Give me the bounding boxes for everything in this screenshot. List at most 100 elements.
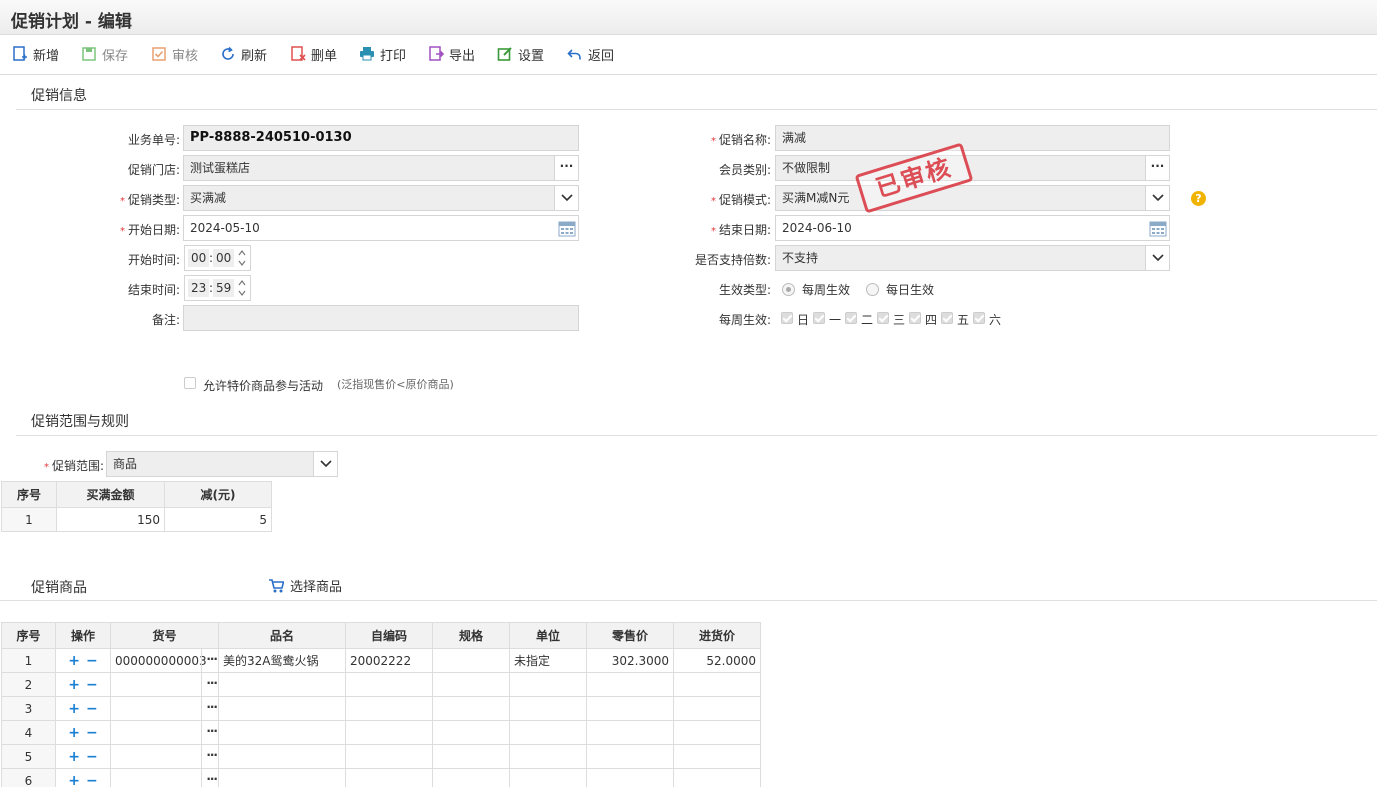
- start-date-field[interactable]: 2024-05-10: [183, 215, 579, 241]
- retail-price-cell[interactable]: [586, 720, 674, 745]
- chevron-down-icon[interactable]: [554, 186, 578, 210]
- member-picker-button[interactable]: ···: [1145, 156, 1169, 180]
- add-row-icon[interactable]: +: [68, 701, 80, 717]
- discount-cell[interactable]: 5: [164, 507, 272, 532]
- sku-cell[interactable]: ···: [110, 768, 219, 787]
- sku-cell[interactable]: ···: [110, 672, 219, 697]
- sku-cell[interactable]: ···: [110, 696, 219, 721]
- weekday-checkbox-sat[interactable]: [973, 312, 985, 324]
- purchase-price-cell[interactable]: [673, 744, 761, 769]
- weekday-checkbox-fri[interactable]: [941, 312, 953, 324]
- unit-cell[interactable]: [509, 696, 587, 721]
- end-minute[interactable]: 59: [213, 279, 235, 297]
- spec-cell[interactable]: [432, 696, 510, 721]
- mode-select[interactable]: 买满M减N元: [775, 185, 1170, 211]
- purchase-price-cell[interactable]: [673, 696, 761, 721]
- add-row-icon[interactable]: +: [68, 653, 80, 669]
- scope-select[interactable]: 商品: [106, 451, 338, 477]
- product-name-cell[interactable]: [218, 744, 346, 769]
- sku-picker-button[interactable]: ···: [206, 652, 217, 666]
- min-amount-cell[interactable]: 150: [56, 507, 165, 532]
- store-field[interactable]: 测试蛋糕店 ···: [183, 155, 579, 181]
- retail-price-cell[interactable]: 302.3000: [586, 648, 674, 673]
- calendar-icon[interactable]: [558, 219, 576, 237]
- custom-code-cell[interactable]: [345, 672, 433, 697]
- remove-row-icon[interactable]: −: [86, 725, 98, 741]
- weekday-checkbox-wed[interactable]: [877, 312, 889, 324]
- retail-price-cell[interactable]: [586, 696, 674, 721]
- end-time-spinner[interactable]: 23 : 59: [184, 275, 251, 301]
- custom-code-cell[interactable]: [345, 720, 433, 745]
- sku-cell[interactable]: ···: [110, 744, 219, 769]
- select-goods-button[interactable]: 选择商品: [268, 576, 342, 595]
- unit-cell[interactable]: [509, 720, 587, 745]
- spec-cell[interactable]: [432, 648, 510, 673]
- product-name-cell[interactable]: [218, 696, 346, 721]
- purchase-price-cell[interactable]: 52.0000: [673, 648, 761, 673]
- refresh-button[interactable]: 刷新: [220, 44, 267, 64]
- product-name-cell[interactable]: [218, 768, 346, 787]
- remove-row-icon[interactable]: −: [86, 653, 98, 669]
- add-row-icon[interactable]: +: [68, 749, 80, 765]
- sku-picker-button[interactable]: ···: [206, 676, 217, 690]
- print-button[interactable]: 打印: [359, 44, 406, 64]
- spinner-arrows-icon[interactable]: [237, 278, 247, 298]
- remove-row-icon[interactable]: −: [86, 773, 98, 787]
- spec-cell[interactable]: [432, 768, 510, 787]
- weekday-checkbox-mon[interactable]: [813, 312, 825, 324]
- back-button[interactable]: 返回: [567, 44, 614, 64]
- unit-cell[interactable]: [509, 768, 587, 787]
- spinner-arrows-icon[interactable]: [237, 248, 247, 268]
- start-hour[interactable]: 00: [188, 249, 210, 267]
- product-name-cell[interactable]: 美的32A鸳鸯火锅: [218, 648, 346, 673]
- custom-code-cell[interactable]: [345, 768, 433, 787]
- type-select[interactable]: 买满减: [183, 185, 579, 211]
- store-picker-button[interactable]: ···: [554, 156, 578, 180]
- help-icon[interactable]: ?: [1191, 191, 1206, 206]
- remove-row-icon[interactable]: −: [86, 677, 98, 693]
- sku-cell[interactable]: ···: [110, 720, 219, 745]
- retail-price-cell[interactable]: [586, 744, 674, 769]
- remove-row-icon[interactable]: −: [86, 701, 98, 717]
- chevron-down-icon[interactable]: [1145, 246, 1169, 270]
- sku-picker-button[interactable]: ···: [206, 700, 217, 714]
- add-row-icon[interactable]: +: [68, 773, 80, 787]
- weekday-checkbox-sun[interactable]: [781, 312, 793, 324]
- settings-button[interactable]: 设置: [497, 44, 544, 64]
- delete-button[interactable]: 删单: [290, 44, 337, 64]
- product-name-cell[interactable]: [218, 672, 346, 697]
- product-name-cell[interactable]: [218, 720, 346, 745]
- audit-button[interactable]: 审核: [151, 44, 198, 64]
- effect-weekly-radio[interactable]: [782, 283, 795, 296]
- add-row-icon[interactable]: +: [68, 725, 80, 741]
- sku-picker-button[interactable]: ···: [206, 748, 217, 762]
- effect-daily-radio[interactable]: [866, 283, 879, 296]
- name-field[interactable]: 满减: [775, 125, 1170, 151]
- custom-code-cell[interactable]: [345, 696, 433, 721]
- sku-picker-button[interactable]: ···: [206, 772, 217, 786]
- weekday-checkbox-tue[interactable]: [845, 312, 857, 324]
- remove-row-icon[interactable]: −: [86, 749, 98, 765]
- end-hour[interactable]: 23: [188, 279, 210, 297]
- spec-cell[interactable]: [432, 744, 510, 769]
- unit-cell[interactable]: [509, 672, 587, 697]
- save-button[interactable]: 保存: [81, 44, 128, 64]
- new-button[interactable]: 新增: [12, 44, 59, 64]
- spec-cell[interactable]: [432, 720, 510, 745]
- sku-picker-button[interactable]: ···: [206, 724, 217, 738]
- export-button[interactable]: 导出: [428, 44, 475, 64]
- chevron-down-icon[interactable]: [313, 452, 337, 476]
- start-minute[interactable]: 00: [213, 249, 235, 267]
- special-price-checkbox[interactable]: [184, 377, 196, 389]
- purchase-price-cell[interactable]: [673, 672, 761, 697]
- sku-cell[interactable]: 000000000003 ···: [110, 648, 219, 673]
- calendar-icon[interactable]: [1149, 219, 1167, 237]
- end-date-field[interactable]: 2024-06-10: [775, 215, 1170, 241]
- purchase-price-cell[interactable]: [673, 768, 761, 787]
- start-time-spinner[interactable]: 00 : 00: [184, 245, 251, 271]
- unit-cell[interactable]: [509, 744, 587, 769]
- note-field[interactable]: [183, 305, 579, 331]
- custom-code-cell[interactable]: [345, 744, 433, 769]
- multiple-select[interactable]: 不支持: [775, 245, 1170, 271]
- retail-price-cell[interactable]: [586, 672, 674, 697]
